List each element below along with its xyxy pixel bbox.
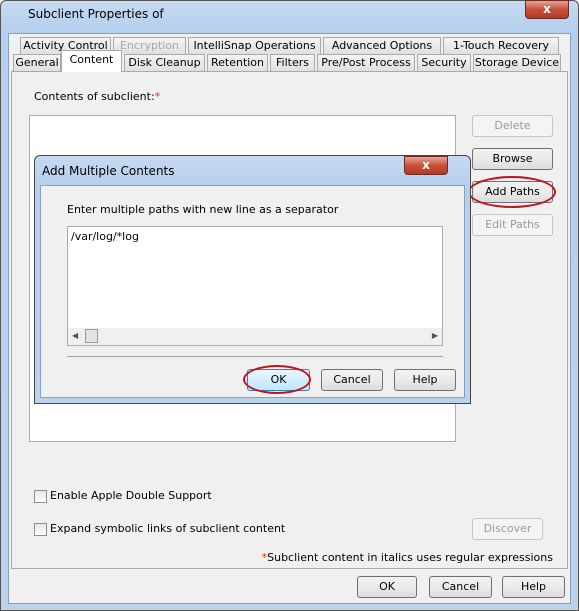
note-text: Subclient content in italics uses regula… (267, 551, 553, 564)
apple-double-label: Enable Apple Double Support (50, 489, 212, 502)
tab-intellisnap-operations[interactable]: IntelliSnap Operations (188, 37, 321, 54)
separator (67, 356, 443, 357)
dialog-close-button[interactable]: x (404, 156, 448, 175)
contents-label: Contents of subclient:* (34, 90, 160, 103)
ok-highlight (243, 365, 311, 394)
horizontal-scrollbar[interactable]: ◀ ▶ (68, 328, 442, 345)
apple-double-checkbox[interactable] (34, 490, 47, 503)
delete-button: Delete (472, 115, 553, 137)
contents-label-text: Contents of subclient: (34, 90, 155, 103)
tab-filters[interactable]: Filters (270, 54, 315, 71)
add-multiple-contents-dialog: Add Multiple Contents x Enter multiple p… (34, 155, 471, 404)
tab-security[interactable]: Security (417, 54, 471, 71)
required-mark: * (154, 90, 161, 103)
browse-button[interactable]: Browse (472, 148, 553, 170)
tab-1-touch-recovery[interactable]: 1-Touch Recovery (443, 37, 559, 54)
regex-note: *Subclient content in italics uses regul… (262, 551, 553, 564)
expand-symlinks-label: Expand symbolic links of subclient conte… (50, 522, 286, 535)
scroll-thumb[interactable] (85, 329, 98, 343)
tab-retention[interactable]: Retention (207, 54, 268, 71)
cancel-button[interactable]: Cancel (429, 576, 492, 598)
dialog-title: Add Multiple Contents (42, 164, 175, 178)
help-button[interactable]: Help (502, 576, 565, 598)
edit-paths-button: Edit Paths (472, 214, 553, 236)
ok-button[interactable]: OK (357, 576, 417, 598)
paths-textarea[interactable]: /var/log/*log ◀ ▶ (67, 226, 443, 346)
window-title: Subclient Properties of (28, 7, 164, 21)
close-button[interactable]: x (525, 0, 569, 19)
tab-content[interactable]: Content (61, 50, 122, 72)
scroll-right-icon[interactable]: ▶ (432, 331, 438, 340)
tab-storage-device[interactable]: Storage Device (473, 54, 561, 71)
instruction-label: Enter multiple paths with new line as a … (67, 203, 339, 216)
dialog-body: Enter multiple paths with new line as a … (40, 185, 465, 398)
tab-encryption: Encryption (113, 37, 186, 54)
expand-symlinks-checkbox[interactable] (34, 523, 47, 536)
discover-button: Discover (472, 518, 543, 540)
dialog-cancel-button[interactable]: Cancel (321, 369, 383, 391)
dialog-help-button[interactable]: Help (394, 369, 456, 391)
tab-disk-cleanup[interactable]: Disk Cleanup (124, 54, 205, 71)
tab-general[interactable]: General (13, 54, 61, 71)
add-paths-highlight (468, 176, 556, 208)
tab-pre-post-process[interactable]: Pre/Post Process (317, 54, 415, 71)
tab-advanced-options[interactable]: Advanced Options (323, 37, 441, 54)
scroll-left-icon[interactable]: ◀ (72, 331, 78, 340)
paths-value: /var/log/*log (71, 230, 139, 243)
